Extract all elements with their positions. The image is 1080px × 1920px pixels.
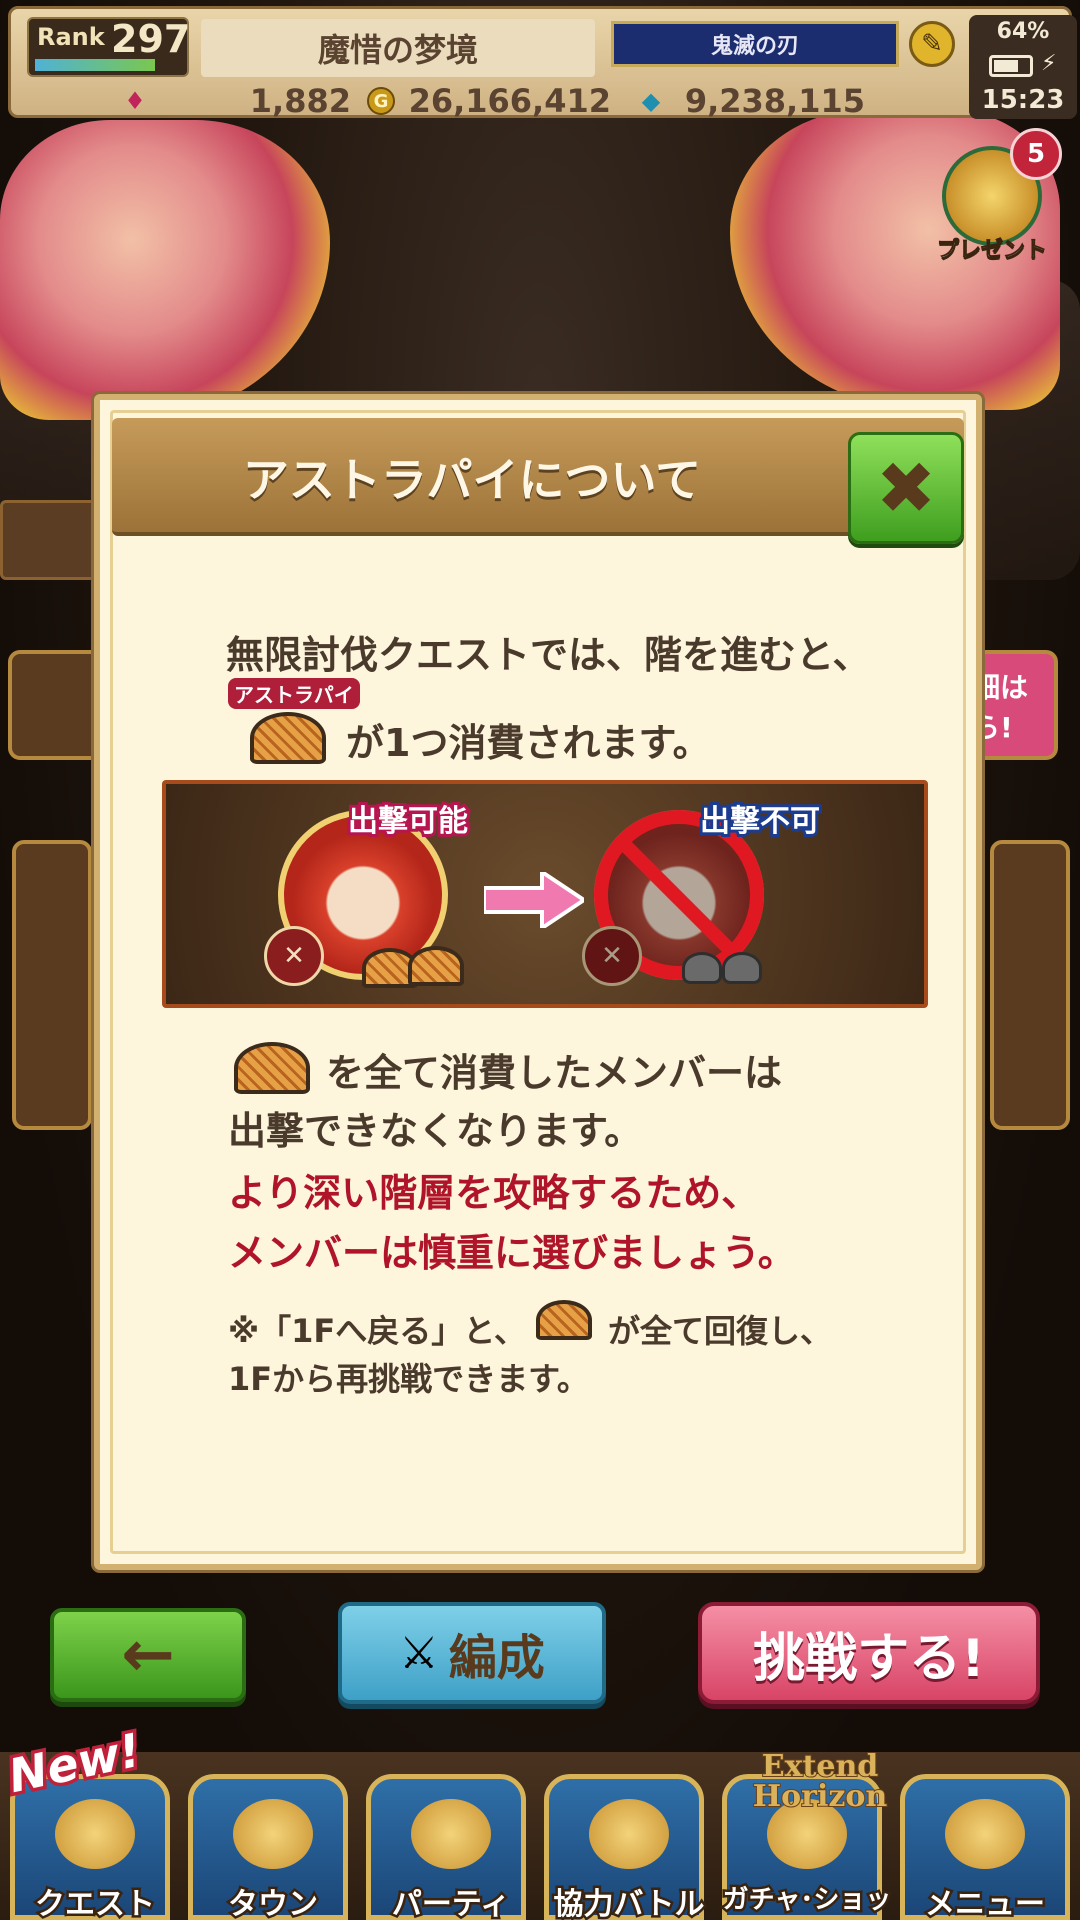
left-side-button <box>8 650 104 760</box>
charging-icon: ⚡ <box>1041 51 1057 76</box>
battery-percent: 64% <box>996 19 1050 44</box>
town-icon <box>233 1799 313 1869</box>
team-formation-button[interactable]: ⚔ 編成 <box>338 1602 606 1704</box>
treasure-chest <box>0 500 100 580</box>
team-formation-label: 編成 <box>448 1630 545 1686</box>
gem-counter: ♦ 1,882 <box>101 81 351 121</box>
astra-pie-icon <box>234 1042 310 1094</box>
arrow-right-icon <box>484 872 584 928</box>
warriors-icon: ⚔ <box>399 1627 439 1679</box>
dialog-header: アストラパイについて ✖ <box>112 418 964 544</box>
detail-side-text-2: ら! <box>972 711 1013 744</box>
nav-label-gacha-shop: ガチャ･ショップ <box>720 1883 894 1920</box>
astra-pie-icon <box>536 1300 592 1340</box>
gem-count: 1,882 <box>249 82 351 120</box>
dialog-title: アストラパイについて <box>242 453 702 507</box>
body-line-2: が1つ消費されます。 <box>346 721 711 765</box>
quest-icon <box>55 1799 135 1869</box>
coop-battle-icon <box>589 1799 669 1869</box>
battery-icon <box>989 55 1033 77</box>
body-line-4: 出撃できなくなります。 <box>228 1109 643 1153</box>
warning-line-2: メンバーは慎重に選びましょう。 <box>228 1231 796 1275</box>
challenge-button[interactable]: 挑戦する! <box>698 1602 1040 1704</box>
rank-value: 297 <box>111 17 191 61</box>
mana-drop-icon: ◆ <box>641 87 661 115</box>
class-emblem-icon: ✕ <box>582 926 642 986</box>
empty-pie-icon <box>682 952 722 984</box>
challenge-label: 挑戦する! <box>753 1628 985 1689</box>
mana-counter: ◆ 9,238,115 <box>621 81 865 121</box>
nav-town[interactable]: タウン <box>188 1774 348 1920</box>
sortie-ng-label: 出撃不可 <box>697 801 823 842</box>
extend-horizon-logo: Extend Horizon <box>730 1749 910 1814</box>
detail-side-text-1: 細は <box>972 671 1029 704</box>
warning-line-1: より深い階層を攻略するため、 <box>228 1171 760 1215</box>
body-line-3: を全て消費したメンバーは <box>326 1051 783 1095</box>
present-count-badge: 5 <box>1010 128 1062 180</box>
left-info-panel <box>12 840 92 1130</box>
extend-logo-line-2: Horizon <box>752 1779 888 1814</box>
present-label: プレゼント <box>936 238 1047 264</box>
empty-pie-icon <box>722 952 762 984</box>
note-line-1b: が全て回復し、 <box>608 1312 833 1350</box>
note-line-2: 1Fから再挑戦できます。 <box>228 1360 589 1398</box>
device-status: 64% ⚡ 15:23 <box>969 15 1077 119</box>
coin-icon: G <box>367 87 395 115</box>
nav-label-party: パーティ <box>389 1885 512 1920</box>
back-button[interactable]: ← <box>50 1608 246 1702</box>
top-status-bar: Rank 297 魔惜の梦境 鬼滅の刃 ✎ ♦ 1,882 G 26,166,4… <box>8 6 1077 121</box>
stage-title: 魔惜の梦境 <box>201 19 595 77</box>
close-button[interactable]: ✖ <box>848 432 964 544</box>
mana-count: 9,238,115 <box>684 82 865 120</box>
clock: 15:23 <box>981 85 1065 115</box>
body-line-1: 無限討伐クエストでは、階を進むと、 <box>226 633 871 677</box>
astra-pie-info-dialog: アストラパイについて ✖ 無限討伐クエストでは、階を進むと、 アストラパイ が1… <box>94 394 982 1570</box>
extend-logo-line-1: Extend <box>761 1749 879 1784</box>
nav-party[interactable]: パーティ <box>366 1774 526 1920</box>
rank-exp-bar <box>35 59 155 71</box>
nav-label-coop-battle: 協力バトル <box>551 1885 707 1920</box>
nav-label-menu: メニュー <box>923 1885 1048 1920</box>
present-button[interactable]: 5 プレゼント <box>928 128 1062 270</box>
note-line-1a: ※「1Fへ戻る」と、 <box>228 1312 526 1350</box>
menu-icon <box>945 1799 1025 1869</box>
sortie-illustration: 出撃可能 ✕ 出撃不可 ✕ <box>162 780 928 1008</box>
class-emblem-icon: ✕ <box>264 926 324 986</box>
nav-label-quest: クエスト <box>33 1885 158 1920</box>
back-arrow-icon: ← <box>121 1618 175 1692</box>
coin-counter: G 26,166,412 <box>363 81 611 121</box>
pie-name-tag: アストラパイ <box>228 678 360 709</box>
bottom-nav: クエスト タウン パーティ 協力バトル ガチャ･ショップ メニュー <box>0 1752 1080 1920</box>
astra-pie-icon <box>250 712 326 764</box>
nav-label-town: タウン <box>226 1885 321 1920</box>
sortie-ok-label: 出撃可能 <box>345 801 471 842</box>
event-banner[interactable]: 鬼滅の刃 <box>611 21 899 67</box>
rank-box: Rank 297 <box>27 17 191 77</box>
nav-coop-battle[interactable]: 協力バトル <box>544 1774 707 1920</box>
rank-label: Rank <box>37 23 105 51</box>
nav-menu[interactable]: メニュー <box>900 1774 1070 1920</box>
coin-count: 26,166,412 <box>408 82 611 120</box>
gem-icon: ♦ <box>124 87 146 115</box>
edit-pen-icon[interactable]: ✎ <box>909 21 955 67</box>
party-icon <box>411 1799 491 1869</box>
pie-stock-icon <box>408 946 464 986</box>
right-info-panel <box>990 840 1070 1130</box>
close-icon: ✖ <box>875 446 937 530</box>
